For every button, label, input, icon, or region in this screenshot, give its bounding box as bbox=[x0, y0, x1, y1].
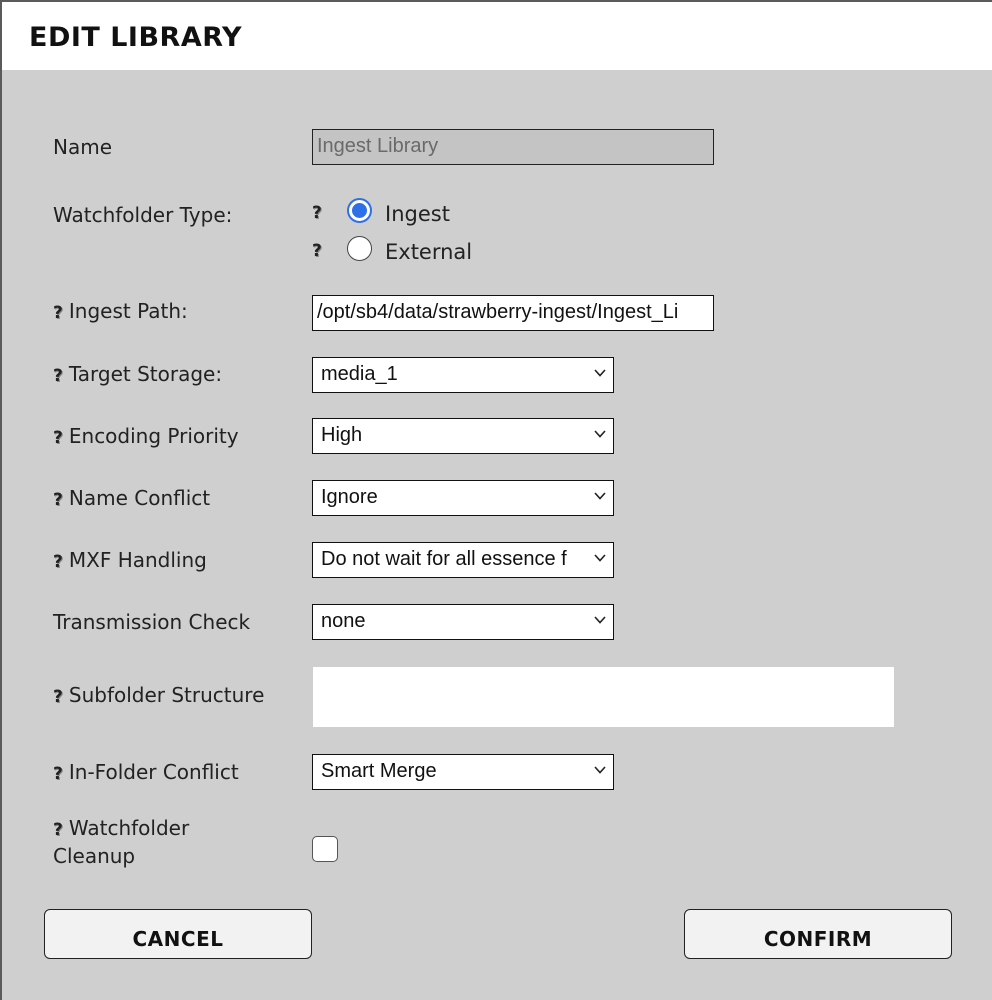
chevron-down-icon bbox=[594, 492, 606, 500]
target-storage-select[interactable]: media_1 bbox=[312, 357, 614, 393]
name-conflict-value: Ignore bbox=[321, 486, 378, 508]
help-icon[interactable]: ? bbox=[53, 761, 63, 787]
watchfolder-cleanup-checkbox[interactable] bbox=[312, 836, 338, 862]
subfolder-structure-field[interactable] bbox=[313, 667, 894, 727]
watchfolder-cleanup-label-line2: Cleanup bbox=[53, 844, 136, 868]
edit-library-dialog: EDIT LIBRARY Name Ingest Library Watchfo… bbox=[2, 2, 992, 1000]
encoding-priority-label: ? Encoding Priority bbox=[53, 423, 239, 451]
radio-external-label: External bbox=[385, 240, 473, 264]
name-conflict-select[interactable]: Ignore bbox=[312, 480, 614, 516]
transmission-check-label: Transmission Check bbox=[53, 610, 251, 634]
name-conflict-label: ? Name Conflict bbox=[53, 485, 210, 513]
encoding-priority-label-text: Encoding Priority bbox=[68, 424, 239, 448]
target-storage-label: ? Target Storage: bbox=[53, 361, 222, 389]
help-icon[interactable]: ? bbox=[53, 817, 63, 843]
watchfolder-cleanup-label-line1: Watchfolder bbox=[68, 816, 190, 840]
mxf-handling-label: ? MXF Handling bbox=[53, 547, 207, 575]
in-folder-conflict-value: Smart Merge bbox=[321, 760, 437, 782]
transmission-check-value: none bbox=[321, 610, 366, 632]
cancel-button[interactable]: CANCEL bbox=[44, 909, 312, 959]
help-icon[interactable]: ? bbox=[312, 203, 322, 223]
dialog-title: EDIT LIBRARY bbox=[29, 22, 243, 53]
watchfolder-type-label: Watchfolder Type: bbox=[53, 203, 233, 227]
subfolder-structure-label: ? Subfolder Structure bbox=[53, 682, 264, 710]
help-icon[interactable]: ? bbox=[53, 549, 63, 575]
name-input[interactable]: Ingest Library bbox=[312, 129, 714, 165]
target-storage-label-text: Target Storage: bbox=[68, 362, 223, 386]
help-icon[interactable]: ? bbox=[53, 684, 63, 710]
mxf-handling-label-text: MXF Handling bbox=[68, 548, 207, 572]
mxf-handling-value: Do not wait for all essence f bbox=[321, 548, 567, 570]
help-icon[interactable]: ? bbox=[53, 487, 63, 513]
chevron-down-icon bbox=[594, 369, 606, 377]
watchfolder-cleanup-label: ? Watchfolder Cleanup bbox=[53, 815, 189, 869]
encoding-priority-select[interactable]: High bbox=[312, 418, 614, 454]
radio-ingest-label: Ingest bbox=[385, 202, 450, 226]
in-folder-conflict-label-text: In-Folder Conflict bbox=[68, 760, 239, 784]
help-icon[interactable]: ? bbox=[312, 241, 322, 261]
mxf-handling-select[interactable]: Do not wait for all essence f bbox=[312, 542, 614, 578]
encoding-priority-value: High bbox=[321, 424, 363, 446]
ingest-path-label: ? Ingest Path: bbox=[53, 298, 188, 326]
radio-external[interactable] bbox=[347, 236, 372, 261]
in-folder-conflict-label: ? In-Folder Conflict bbox=[53, 759, 239, 787]
help-icon[interactable]: ? bbox=[53, 363, 63, 389]
target-storage-value: media_1 bbox=[321, 363, 398, 385]
in-folder-conflict-select[interactable]: Smart Merge bbox=[312, 754, 614, 790]
chevron-down-icon bbox=[594, 430, 606, 438]
radio-ingest[interactable] bbox=[347, 198, 372, 223]
ingest-path-input[interactable]: /opt/sb4/data/strawberry-ingest/Ingest_L… bbox=[312, 295, 714, 331]
transmission-check-select[interactable]: none bbox=[312, 604, 614, 640]
dialog-header: EDIT LIBRARY bbox=[2, 2, 992, 70]
name-conflict-label-text: Name Conflict bbox=[68, 486, 211, 510]
chevron-down-icon bbox=[594, 554, 606, 562]
ingest-path-label-text: Ingest Path: bbox=[68, 299, 188, 323]
subfolder-structure-label-text: Subfolder Structure bbox=[68, 683, 265, 707]
confirm-button[interactable]: CONFIRM bbox=[684, 909, 952, 959]
chevron-down-icon bbox=[594, 616, 606, 624]
name-label: Name bbox=[53, 135, 113, 159]
help-icon[interactable]: ? bbox=[53, 425, 63, 451]
chevron-down-icon bbox=[594, 766, 606, 774]
help-icon[interactable]: ? bbox=[53, 300, 63, 326]
